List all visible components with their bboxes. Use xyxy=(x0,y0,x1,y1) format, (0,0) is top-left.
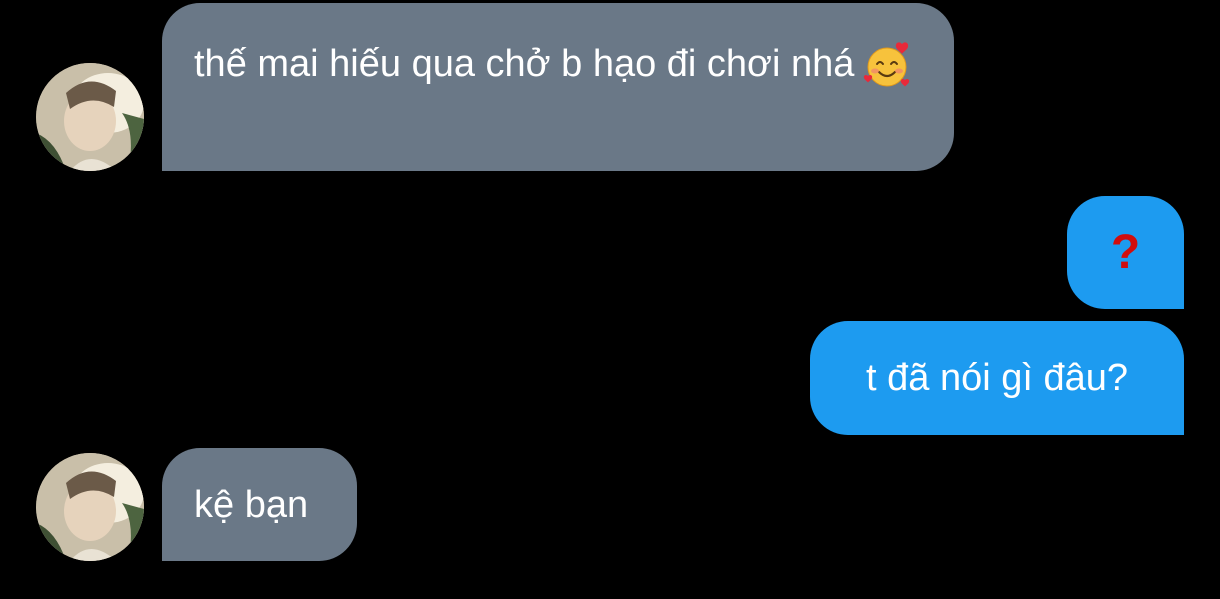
sender-avatar[interactable] xyxy=(36,453,144,561)
outgoing-message-bubble[interactable]: t đã nói gì đâu? xyxy=(810,321,1184,435)
outgoing-message-bubble[interactable]: ? xyxy=(1067,196,1184,309)
smiling-face-with-hearts-icon xyxy=(864,42,910,87)
chat-thread: thế mai hiếu qua chở b hạo đi chơi nhá ?… xyxy=(0,0,1220,599)
message-text: ? xyxy=(1110,225,1141,279)
incoming-message-bubble[interactable]: thế mai hiếu qua chở b hạo đi chơi nhá xyxy=(162,3,954,171)
message-text: t đã nói gì đâu? xyxy=(866,357,1128,399)
incoming-message-bubble[interactable]: kệ bạn xyxy=(162,448,357,561)
message-text: thế mai hiếu qua chở b hạo đi chơi nhá xyxy=(194,43,855,85)
avatar-photo-icon xyxy=(36,63,144,171)
avatar-photo-icon xyxy=(36,453,144,561)
message-text: kệ bạn xyxy=(194,483,309,526)
sender-avatar[interactable] xyxy=(36,63,144,171)
